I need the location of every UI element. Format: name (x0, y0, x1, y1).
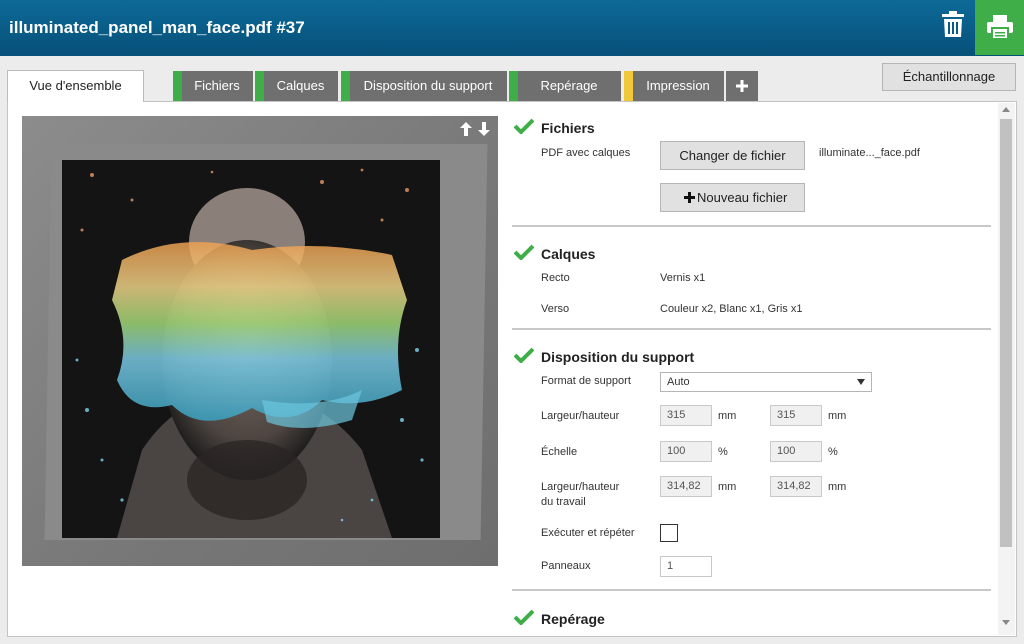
check-icon (514, 609, 534, 625)
scale-label: Échelle (541, 446, 578, 458)
file-name: illuminate..._face.pdf (819, 147, 920, 159)
unit-label: mm (718, 481, 737, 493)
job-width-input[interactable]: 314,82 (660, 476, 712, 497)
job-size-label-line1: Largeur/hauteur (541, 481, 620, 493)
step-repeat-label: Exécuter et répéter (541, 527, 635, 539)
tab-label: Disposition du support (363, 78, 493, 93)
tab-print[interactable]: Impression (624, 71, 724, 101)
scroll-thumb[interactable] (1000, 119, 1012, 547)
pdf-label: PDF avec calques (541, 147, 631, 159)
section-title-layers: Calques (541, 246, 596, 262)
unit-label: % (718, 446, 728, 458)
job-size-label-line2: du travail (541, 496, 586, 508)
tab-label: Calques (276, 78, 325, 93)
step-repeat-checkbox[interactable] (660, 524, 678, 542)
divider (512, 589, 991, 591)
verso-value: Couleur x2, Blanc x1, Gris x1 (660, 303, 803, 315)
tab-media-layout[interactable]: Disposition du support (341, 71, 507, 101)
check-icon (514, 118, 534, 134)
new-file-button[interactable]: Nouveau fichier (660, 183, 805, 212)
printer-icon (987, 15, 1013, 39)
tab-label: Vue d'ensemble (29, 78, 122, 93)
section-title-media-layout: Disposition du support (541, 349, 695, 365)
title-bar: illuminated_panel_man_face.pdf #37 (0, 0, 1024, 56)
check-icon (514, 347, 534, 363)
size-label: Largeur/hauteur (541, 410, 620, 422)
preview-artwork (62, 160, 440, 538)
chevron-down-icon (857, 379, 865, 385)
tab-bar: Vue d'ensemble Fichiers Calques Disposit… (0, 56, 1024, 102)
recto-value: Vernis x1 (660, 272, 706, 284)
panels-label: Panneaux (541, 560, 591, 572)
media-format-label: Format de support (541, 375, 631, 387)
check-icon (514, 244, 534, 260)
tab-overview[interactable]: Vue d'ensemble (7, 70, 144, 102)
scroll-up-icon[interactable] (1002, 107, 1010, 112)
status-marker (255, 71, 264, 101)
status-marker (341, 71, 350, 101)
tab-label: Impression (646, 78, 710, 93)
unit-label: mm (828, 410, 847, 422)
print-button[interactable] (975, 0, 1024, 55)
scale-x-input[interactable]: 100 (660, 441, 712, 462)
delete-button[interactable] (932, 0, 974, 56)
document-title: illuminated_panel_man_face.pdf #37 (9, 18, 305, 37)
unit-label: mm (828, 481, 847, 493)
tab-label: Repérage (540, 78, 598, 93)
status-marker (173, 71, 182, 101)
tab-registration[interactable]: Repérage (509, 71, 621, 101)
media-format-select[interactable]: Auto (660, 372, 872, 392)
new-file-label: Nouveau fichier (697, 190, 788, 205)
scale-y-input[interactable]: 100 (770, 441, 822, 462)
artwork-image (62, 160, 440, 538)
add-tab-button[interactable] (726, 71, 758, 101)
status-marker (509, 71, 518, 101)
unit-label: % (828, 446, 838, 458)
job-height-input[interactable]: 314,82 (770, 476, 822, 497)
divider (512, 225, 991, 227)
section-title-files: Fichiers (541, 120, 595, 136)
status-marker (624, 71, 633, 101)
verso-label: Verso (541, 303, 570, 315)
trash-icon (942, 11, 964, 37)
media-format-value: Auto (667, 376, 690, 388)
width-input[interactable]: 315 (660, 405, 712, 426)
scroll-down-icon[interactable] (1002, 620, 1010, 625)
change-file-button[interactable]: Changer de fichier (660, 141, 805, 170)
recto-label: Recto (541, 272, 570, 284)
scrollbar[interactable] (998, 103, 1015, 635)
height-input[interactable]: 315 (770, 405, 822, 426)
divider (512, 328, 991, 330)
sampling-button[interactable]: Échantillonnage (882, 63, 1016, 91)
tab-label: Fichiers (194, 78, 240, 93)
up-down-arrows-icon[interactable] (460, 122, 492, 136)
panels-input[interactable]: 1 (660, 556, 712, 577)
tab-files[interactable]: Fichiers (173, 71, 253, 101)
unit-label: mm (718, 410, 737, 422)
tab-layers[interactable]: Calques (255, 71, 338, 101)
plus-icon (684, 192, 695, 203)
section-title-registration: Repérage (541, 611, 605, 627)
plus-icon (736, 80, 748, 92)
